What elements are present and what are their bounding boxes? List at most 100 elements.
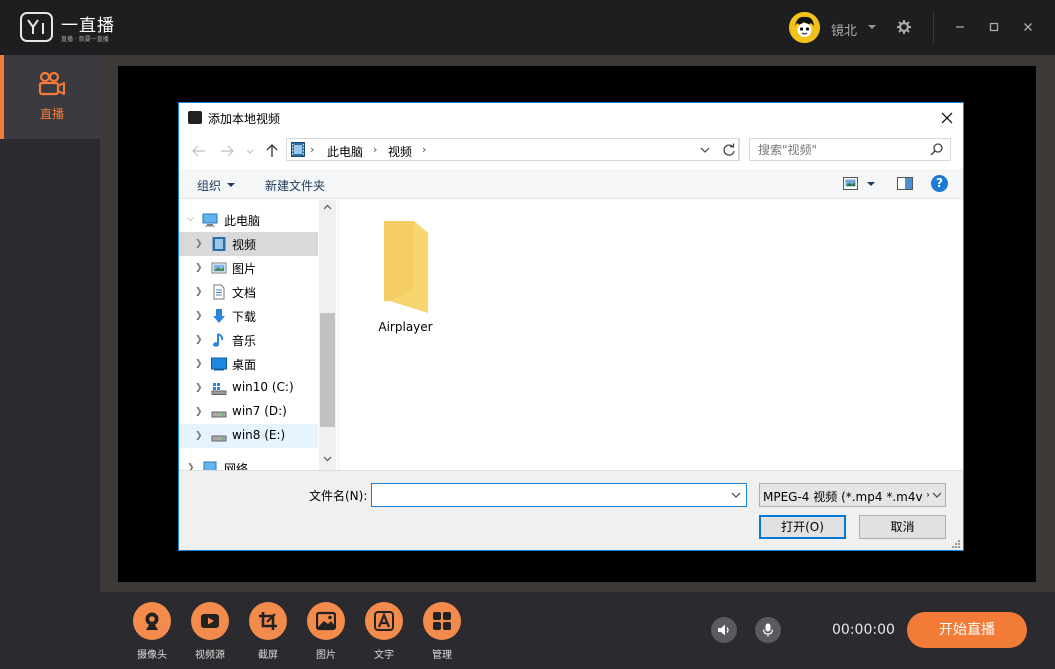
play-icon	[201, 614, 219, 628]
tree-item-label: 网络	[224, 462, 249, 470]
chevron-down-icon[interactable]	[700, 146, 710, 154]
gear-icon[interactable]	[896, 19, 912, 35]
maximize-icon[interactable]	[986, 19, 1002, 35]
search-box[interactable]	[749, 138, 951, 161]
chevron-right-icon[interactable]: ❯	[195, 311, 203, 321]
crop-icon	[259, 612, 277, 630]
tool-video-source-button[interactable]: 视频源	[191, 602, 231, 661]
microphone-button[interactable]	[755, 617, 781, 643]
new-folder-button[interactable]: 新建文件夹	[265, 177, 325, 194]
tree-item-drive-d[interactable]: ❯ win7 (D:)	[179, 400, 318, 424]
minimize-icon[interactable]	[952, 19, 968, 35]
scroll-up-icon[interactable]	[323, 204, 332, 210]
tree-item-documents[interactable]: ❯ 文档	[179, 280, 318, 304]
preview-pane-icon[interactable]	[897, 177, 913, 190]
tree-item-desktop[interactable]: ❯ 桌面	[179, 352, 318, 376]
drive-icon	[211, 435, 227, 442]
refresh-icon	[723, 143, 735, 156]
tree-scrollbar[interactable]	[319, 200, 336, 470]
chevron-right-icon[interactable]: ❯	[195, 239, 203, 249]
tree-item-label: 音乐	[232, 334, 257, 348]
help-icon[interactable]: ?	[931, 175, 948, 192]
search-input[interactable]	[750, 139, 925, 160]
filename-combobox[interactable]	[371, 483, 747, 507]
breadcrumb-item[interactable]: 此电脑	[327, 143, 363, 160]
avatar[interactable]	[789, 12, 820, 43]
breadcrumb-item[interactable]: 视频	[388, 143, 412, 160]
close-icon[interactable]	[1020, 19, 1036, 35]
tree-item-drive-e[interactable]: ❯ win8 (E:)	[179, 424, 318, 448]
tree-item-music[interactable]: ❯ 音乐	[179, 328, 318, 352]
tool-webcam-button[interactable]: 摄像头	[133, 602, 173, 661]
tree-item-label: win10 (C:)	[232, 380, 294, 394]
open-button[interactable]: 打开(O)	[759, 515, 846, 539]
filename-input[interactable]	[372, 484, 722, 506]
breadcrumb-separator[interactable]: ›	[422, 143, 426, 156]
organize-dropdown-icon[interactable]	[227, 183, 235, 187]
chevron-right-icon[interactable]: ❯	[195, 407, 203, 417]
dialog-close-icon[interactable]	[939, 110, 955, 126]
chevron-right-icon[interactable]: ❯	[195, 359, 203, 369]
folder-item[interactable]: Airplayer	[368, 215, 443, 334]
scroll-down-icon[interactable]	[323, 456, 332, 462]
tree-item-videos[interactable]: ❯ 视频	[179, 232, 318, 256]
system-drive-icon	[211, 383, 227, 395]
cancel-button[interactable]: 取消	[859, 515, 946, 539]
chevron-down-icon[interactable]	[932, 492, 942, 499]
tree-item-label: win7 (D:)	[232, 404, 287, 418]
user-menu-caret-icon[interactable]	[868, 25, 876, 29]
view-dropdown-icon[interactable]	[867, 182, 875, 186]
tree-item-label: win8 (E:)	[232, 428, 286, 442]
chevron-right-icon[interactable]: ❯	[195, 383, 203, 393]
tree-item-this-pc[interactable]: ⌵ 此电脑	[179, 208, 318, 232]
chevron-down-icon[interactable]: ⌵	[187, 214, 194, 224]
up-arrow-icon[interactable]	[264, 143, 280, 159]
scrollbar-thumb[interactable]	[320, 313, 335, 427]
chevron-right-icon[interactable]: ❯	[195, 263, 203, 273]
file-type-select[interactable]: MPEG-4 视频 (*.mp4 *.m4v *.mp4v *.3gp)	[759, 483, 946, 507]
tool-manage-button[interactable]: 管理	[423, 602, 463, 661]
tool-image-button[interactable]: 图片	[307, 602, 347, 661]
chevron-right-icon[interactable]: ❯	[195, 287, 203, 297]
forward-arrow-icon[interactable]	[219, 143, 235, 159]
music-icon	[213, 333, 224, 347]
tree-item-drive-c[interactable]: ❯ win10 (C:)	[179, 376, 318, 400]
download-icon	[213, 309, 225, 323]
tree-item-network[interactable]: ❯ 网络	[179, 456, 318, 470]
desktop-icon	[211, 357, 227, 371]
address-bar[interactable]: › 此电脑 › 视频 ›	[286, 138, 739, 161]
chevron-right-icon[interactable]: ❯	[187, 463, 195, 470]
titlebar-divider	[933, 12, 934, 43]
speaker-button[interactable]	[711, 617, 737, 643]
tree-item-downloads[interactable]: ❯ 下载	[179, 304, 318, 328]
username[interactable]: 镜北	[831, 20, 857, 39]
breadcrumb-separator[interactable]: ›	[310, 143, 314, 156]
tool-label: 视频源	[195, 650, 225, 661]
refresh-button[interactable]	[718, 138, 740, 161]
tree-item-label: 桌面	[232, 358, 257, 372]
resize-grip-icon[interactable]	[951, 539, 961, 549]
search-icon[interactable]	[929, 142, 944, 157]
breadcrumb-separator[interactable]: ›	[373, 143, 377, 156]
back-arrow-icon[interactable]	[191, 143, 207, 159]
organize-button[interactable]: 组织	[197, 177, 221, 194]
tool-screenshot-button[interactable]: 截屏	[249, 602, 289, 661]
start-live-button[interactable]: 开始直播	[907, 612, 1027, 648]
speaker-icon	[718, 624, 729, 636]
dialog-title: 添加本地视频	[208, 112, 281, 126]
filename-label: 文件名(N):	[309, 489, 368, 503]
recent-dropdown-icon[interactable]	[245, 143, 255, 159]
chevron-right-icon[interactable]: ❯	[195, 335, 203, 345]
video-folder-icon	[212, 237, 226, 251]
tool-text-button[interactable]: 文字	[365, 602, 405, 661]
camcorder-icon	[38, 72, 65, 96]
chevron-down-icon[interactable]	[731, 492, 741, 499]
dialog-app-icon	[188, 111, 202, 124]
chevron-right-icon[interactable]: ❯	[195, 431, 203, 441]
tree-item-pictures[interactable]: ❯ 图片	[179, 256, 318, 280]
folder-icon	[384, 221, 428, 313]
view-options-icon[interactable]	[843, 177, 858, 190]
sidebar-item-live[interactable]: 直播	[0, 55, 100, 139]
dialog-title-bar: 添加本地视频	[179, 103, 963, 133]
file-name: Airplayer	[378, 320, 433, 334]
